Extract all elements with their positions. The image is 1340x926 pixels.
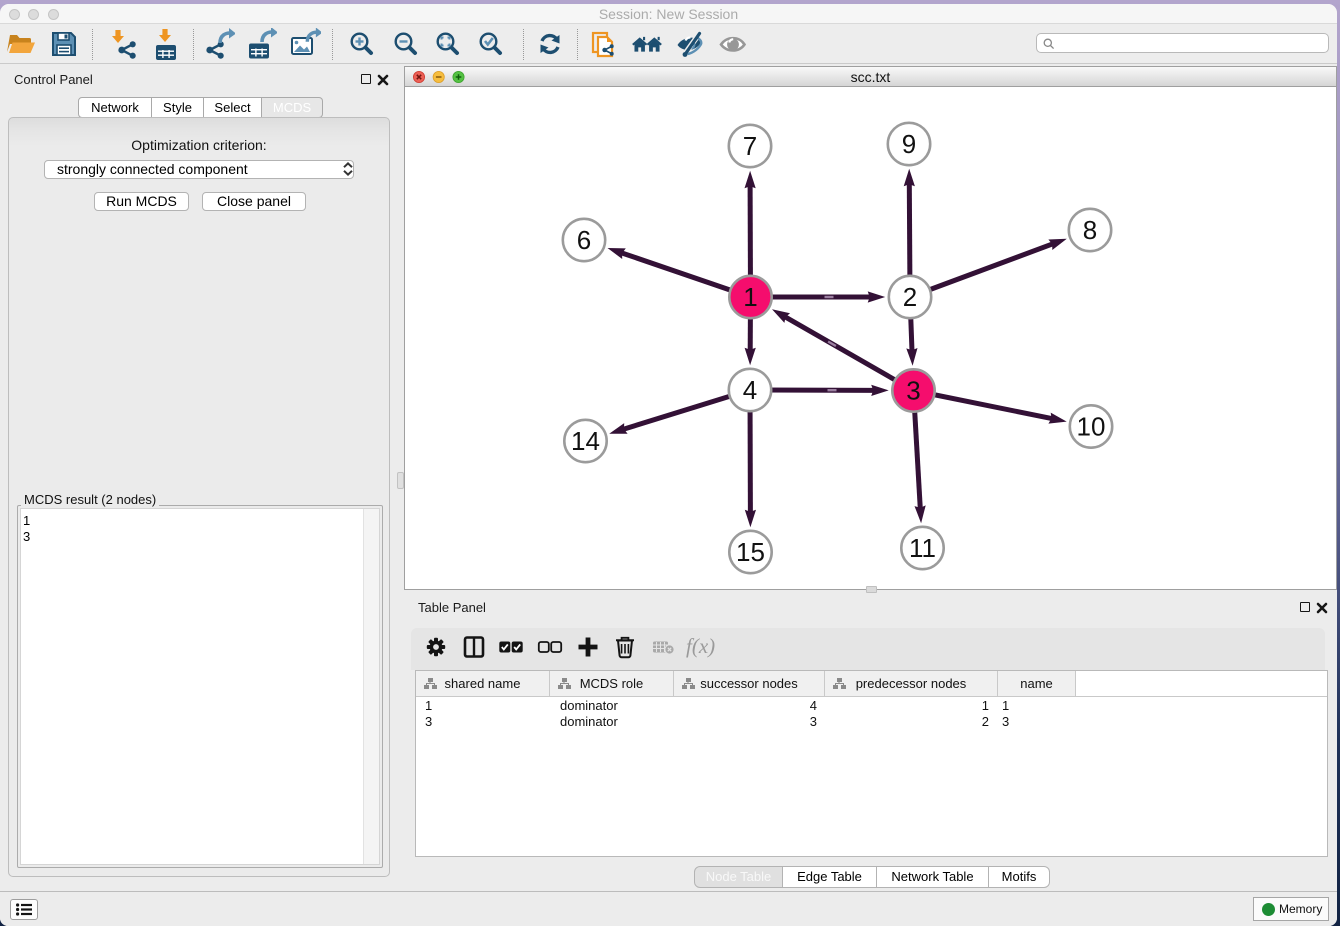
svg-text:15: 15 <box>736 537 765 567</box>
svg-text:3: 3 <box>906 376 920 406</box>
svg-text:14: 14 <box>571 426 600 456</box>
svg-text:6: 6 <box>577 225 591 255</box>
svg-text:9: 9 <box>902 129 916 159</box>
svg-text:8: 8 <box>1083 215 1097 245</box>
svg-text:2: 2 <box>903 282 917 312</box>
svg-text:11: 11 <box>909 533 936 563</box>
svg-text:1: 1 <box>743 282 757 312</box>
svg-text:10: 10 <box>1077 412 1106 442</box>
svg-text:4: 4 <box>743 375 757 405</box>
svg-text:7: 7 <box>743 131 757 161</box>
